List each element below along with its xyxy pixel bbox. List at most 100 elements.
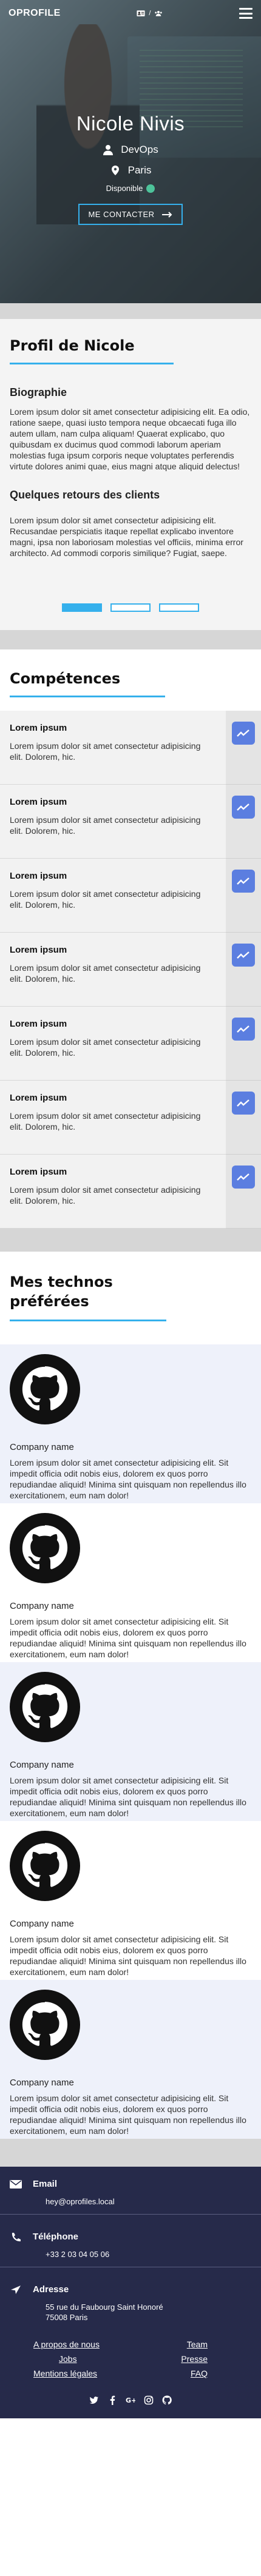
link-about[interactable]: A propos de nous (33, 2340, 135, 2349)
twitter-icon[interactable] (89, 2395, 99, 2405)
profile-title: Profil de Nicole (10, 337, 135, 354)
github-icon (10, 1513, 80, 1583)
skill-chart-button[interactable] (232, 1092, 255, 1115)
profile-name: Nicole Nivis (76, 112, 185, 135)
google-plus-icon[interactable]: G+ (126, 2395, 135, 2405)
skill-item: Lorem ipsum Lorem ipsum dolor sit amet co… (0, 785, 261, 859)
facebook-icon[interactable] (107, 2395, 117, 2405)
technos-section: Mes technos préférées Company name Lorem… (0, 1252, 261, 2139)
github-icon (10, 1990, 80, 2060)
carousel-dot-1[interactable] (62, 603, 102, 612)
email-value[interactable]: hey@oprofiles.local (46, 2196, 251, 2207)
title-underline (10, 363, 174, 364)
footer-email-block: Email hey@oprofiles.local (0, 2179, 261, 2215)
id-card-icon[interactable] (137, 10, 145, 17)
skill-item: Lorem ipsum Lorem ipsum dolor sit amet co… (0, 711, 261, 785)
techno-name: Company name (10, 1601, 74, 1611)
hero-content: Nicole Nivis DevOps Paris Disponible ME … (0, 112, 261, 225)
skill-title: Lorem ipsum (10, 723, 67, 733)
chart-line-icon (237, 730, 249, 737)
feedback-title: Quelques retours des clients (10, 489, 160, 501)
technos-list: Company name Lorem ipsum dolor sit amet … (0, 1344, 261, 2139)
chart-line-icon (237, 877, 249, 885)
brand-logo[interactable]: OPROFILE (8, 8, 61, 19)
title-underline (10, 696, 165, 697)
carousel-dot-2[interactable] (110, 603, 151, 612)
title-underline (10, 1320, 166, 1321)
skill-text: Lorem ipsum dolor sit amet consectetur a… (10, 815, 201, 836)
skills-section: Compétences Lorem ipsum Lorem ipsum dolor… (0, 649, 261, 1229)
section-divider (0, 2139, 261, 2167)
skill-chart-button[interactable] (232, 1018, 255, 1041)
skill-chart-button[interactable] (232, 870, 255, 893)
techno-name: Company name (10, 2078, 74, 2088)
link-press[interactable]: Presse (181, 2354, 208, 2364)
availability-dot (146, 184, 155, 193)
address-line-1: 55 rue du Faubourg Saint Honoré (46, 2303, 163, 2312)
techno-name: Company name (10, 1442, 74, 1452)
techno-card: Company name Lorem ipsum dolor sit amet … (0, 1503, 261, 1662)
availability-label: Disponible (106, 184, 143, 193)
city: Paris (127, 164, 152, 176)
link-legal[interactable]: Mentions légales (33, 2369, 135, 2378)
link-jobs[interactable]: Jobs (59, 2354, 77, 2364)
address-line-2: 75008 Paris (46, 2313, 88, 2322)
users-icon[interactable] (154, 10, 163, 17)
bio-text: Lorem ipsum dolor sit amet consectetur a… (10, 407, 250, 471)
phone-icon (12, 2232, 21, 2241)
github-icon (10, 1354, 80, 1424)
top-bar: OPROFILE / (0, 0, 261, 27)
section-divider (0, 630, 261, 649)
skill-title: Lorem ipsum (10, 1093, 67, 1103)
location-pin-icon (111, 166, 119, 175)
phone-value[interactable]: +33 2 03 04 05 06 (46, 2249, 251, 2259)
techno-name: Company name (10, 1919, 74, 1929)
chart-line-icon (237, 803, 249, 811)
footer-address-block: Adresse 55 rue du Faubourg Saint Honoré … (0, 2267, 261, 2323)
instagram-icon[interactable] (144, 2395, 154, 2405)
job-line: DevOps (0, 144, 261, 156)
github-icon[interactable] (162, 2395, 172, 2405)
footer-links: A propos de nous Team Jobs Presse Mentio… (0, 2323, 261, 2378)
skill-item: Lorem ipsum Lorem ipsum dolor sit amet co… (0, 1081, 261, 1155)
techno-card: Company name Lorem ipsum dolor sit amet … (0, 1344, 261, 1503)
techno-text: Lorem ipsum dolor sit amet consectetur a… (10, 1934, 246, 1977)
profile-section: Profil de Nicole Biographie Lorem ipsum … (0, 319, 261, 630)
skill-chart-button[interactable] (232, 1166, 255, 1189)
contact-button-label: ME CONTACTER (88, 210, 155, 219)
skill-text: Lorem ipsum dolor sit amet consectetur a… (10, 741, 201, 762)
job-title: DevOps (121, 144, 158, 155)
link-faq[interactable]: FAQ (191, 2369, 208, 2378)
chart-line-icon (237, 951, 249, 959)
skill-chart-button[interactable] (232, 796, 255, 819)
availability: Disponible (0, 184, 261, 193)
link-team[interactable]: Team (187, 2340, 208, 2349)
email-label: Email (33, 2179, 58, 2189)
city-line: Paris (0, 164, 261, 176)
bio-title: Biographie (10, 386, 67, 398)
github-icon (10, 1672, 80, 1742)
location-arrow-icon (11, 2285, 21, 2294)
skill-item: Lorem ipsum Lorem ipsum dolor sit amet co… (0, 1155, 261, 1229)
skills-list: Lorem ipsum Lorem ipsum dolor sit amet co… (0, 711, 261, 1229)
carousel-dot-3[interactable] (159, 603, 199, 612)
skill-title: Lorem ipsum (10, 1167, 67, 1177)
skill-text: Lorem ipsum dolor sit amet consectetur a… (10, 889, 201, 910)
skill-text: Lorem ipsum dolor sit amet consectetur a… (10, 1037, 201, 1058)
techno-text: Lorem ipsum dolor sit amet consectetur a… (10, 1458, 246, 1500)
techno-text: Lorem ipsum dolor sit amet consectetur a… (10, 1776, 246, 1818)
chart-line-icon (237, 1025, 249, 1033)
contact-button[interactable]: ME CONTACTER (78, 204, 183, 225)
social-links: G+ (0, 2395, 261, 2405)
menu-icon[interactable] (239, 8, 253, 19)
footer: Email hey@oprofiles.local Téléphone +33 … (0, 2167, 261, 2418)
skill-title: Lorem ipsum (10, 1019, 67, 1029)
skill-title: Lorem ipsum (10, 945, 67, 955)
techno-text: Lorem ipsum dolor sit amet consectetur a… (10, 2093, 246, 2136)
skill-chart-button[interactable] (232, 944, 255, 967)
skill-item: Lorem ipsum Lorem ipsum dolor sit amet co… (0, 1007, 261, 1081)
envelope-icon (10, 2179, 22, 2189)
phone-label: Téléphone (33, 2232, 79, 2242)
techno-text: Lorem ipsum dolor sit amet consectetur a… (10, 1617, 246, 1659)
skill-chart-button[interactable] (232, 722, 255, 745)
